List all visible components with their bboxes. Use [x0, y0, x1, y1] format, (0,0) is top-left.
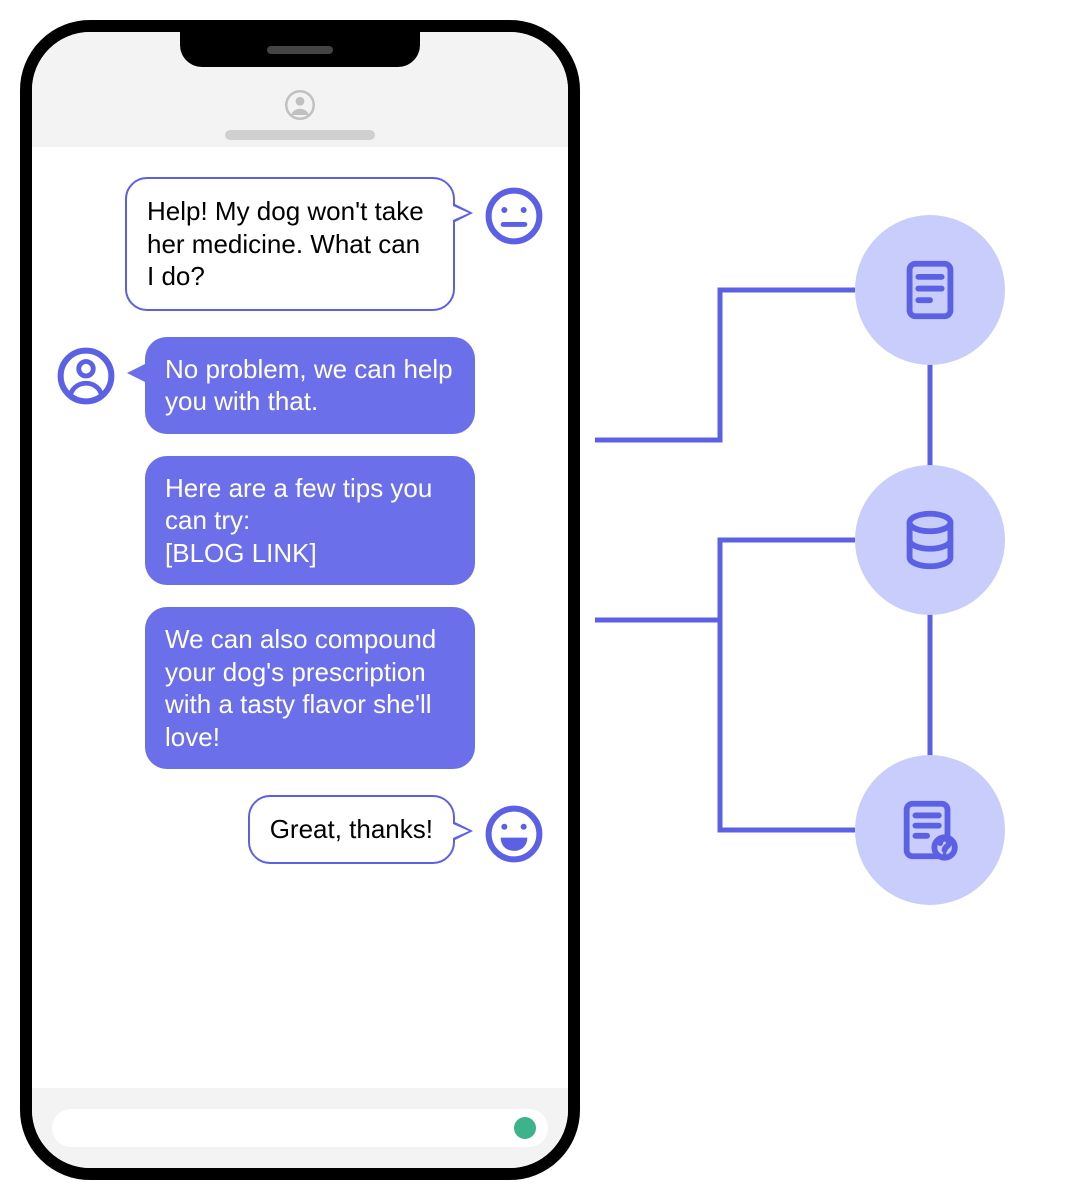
phone-speaker	[267, 46, 333, 54]
bubble-tail	[453, 203, 473, 223]
chat-message-user: Help! My dog won't take her medicine. Wh…	[57, 177, 543, 311]
bubble-tail	[453, 821, 473, 841]
neutral-face-icon	[485, 187, 543, 245]
message-bubble: Here are a few tips you can try: [BLOG L…	[145, 456, 475, 586]
message-bubble: We can also compound your dog's prescrip…	[145, 607, 475, 769]
message-bubble: Great, thanks!	[248, 795, 455, 864]
phone-notch	[180, 32, 420, 67]
chat-message-user: Great, thanks!	[57, 795, 543, 864]
resource-node-faq	[855, 755, 1005, 905]
header-title-placeholder	[225, 130, 375, 140]
message-bubble: Help! My dog won't take her medicine. Wh…	[125, 177, 455, 311]
send-indicator-icon[interactable]	[514, 1117, 536, 1139]
chat-area: Help! My dog won't take her medicine. Wh…	[32, 147, 568, 1088]
bubble-tail	[127, 363, 147, 383]
database-icon	[895, 505, 965, 575]
avatar-placeholder-icon	[285, 90, 315, 120]
agent-avatar-icon	[57, 347, 115, 405]
phone-input-bar	[32, 1088, 568, 1168]
resource-node-database	[855, 465, 1005, 615]
faq-icon	[895, 795, 965, 865]
document-icon	[895, 255, 965, 325]
chat-agent-group: No problem, we can help you with that. H…	[57, 337, 543, 770]
message-input[interactable]	[52, 1109, 548, 1147]
phone-frame: Help! My dog won't take her medicine. Wh…	[20, 20, 580, 1180]
message-bubble: No problem, we can help you with that.	[145, 337, 475, 434]
happy-face-icon	[485, 805, 543, 863]
resource-node-document	[855, 215, 1005, 365]
